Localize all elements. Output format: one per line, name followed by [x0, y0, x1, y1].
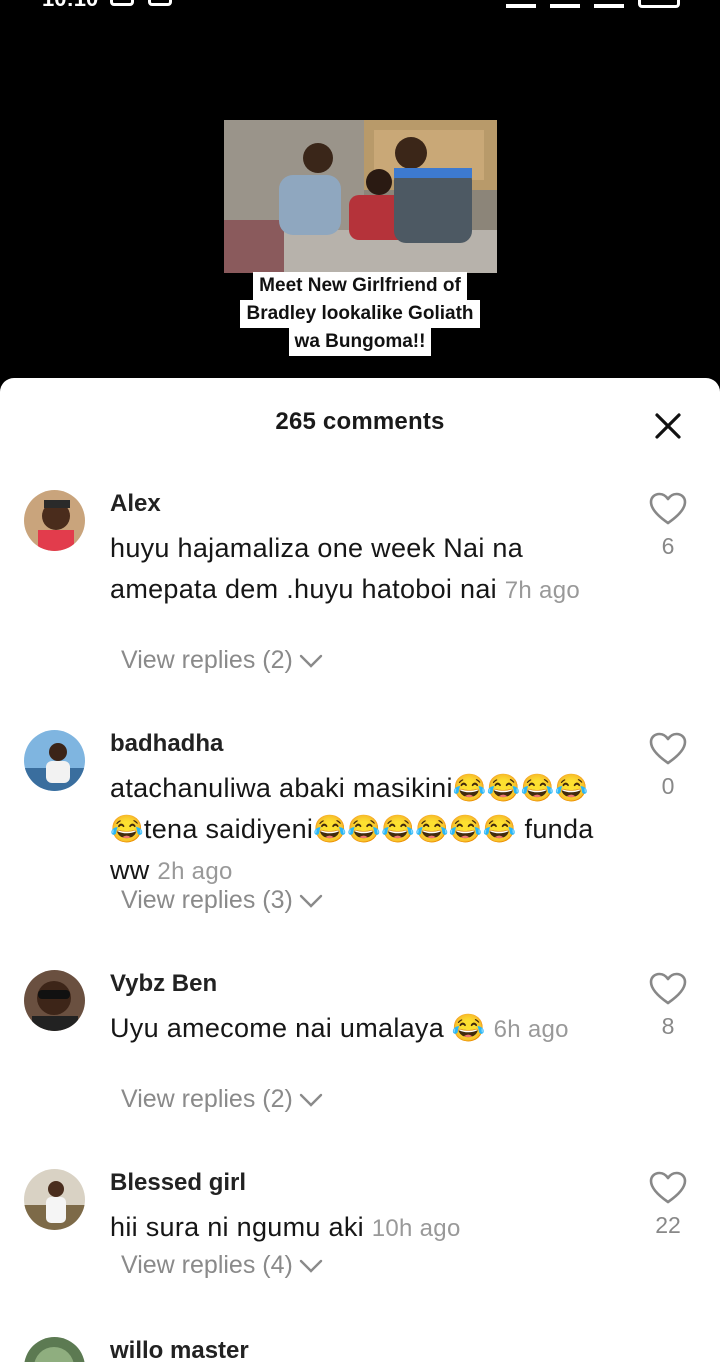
- avatar[interactable]: [24, 1169, 85, 1230]
- comment-time: 7h ago: [504, 577, 580, 604]
- comment-time: 2h ago: [157, 858, 233, 885]
- whatsapp-icon: [148, 0, 172, 6]
- caption-line-1: Meet New Girlfriend of: [253, 272, 467, 300]
- caption-line-3: wa Bungoma!!: [288, 328, 432, 356]
- signal-icon: [506, 0, 536, 8]
- comment-text: huyu hajamaliza one week Nai na amepata …: [110, 528, 620, 611]
- avatar[interactable]: [24, 1337, 85, 1362]
- avatar[interactable]: [24, 490, 85, 551]
- video-player[interactable]: Meet New Girlfriend of Bradley lookalike…: [0, 10, 720, 388]
- video-caption: Meet New Girlfriend of Bradley lookalike…: [0, 272, 720, 356]
- comment-text: hii sura ni ngumu aki 10h ago: [110, 1207, 620, 1249]
- comment-time: 10h ago: [371, 1215, 461, 1242]
- video-thumbnail[interactable]: [224, 120, 497, 273]
- comment-username[interactable]: Alex: [110, 490, 161, 518]
- comment-username[interactable]: willo master: [110, 1337, 249, 1362]
- comment-username[interactable]: Vybz Ben: [110, 970, 217, 998]
- battery-icon: [638, 0, 680, 8]
- wifi-icon: [594, 0, 624, 8]
- like-button[interactable]: 0: [648, 732, 688, 800]
- like-count: 0: [661, 773, 675, 799]
- view-replies-label: View replies (3): [121, 886, 293, 914]
- comment-body: huyu hajamaliza one week Nai na amepata …: [110, 533, 524, 604]
- notification-icons: [110, 0, 172, 6]
- avatar[interactable]: [24, 730, 85, 791]
- video-thumbnail-image: [224, 120, 497, 273]
- view-replies-button[interactable]: View replies (2): [121, 646, 323, 675]
- like-count: 8: [661, 1013, 675, 1039]
- comment-text: Uyu amecome nai umalaya 😂 6h ago: [110, 1008, 620, 1050]
- like-count: 22: [655, 1212, 681, 1238]
- like-button[interactable]: 22: [648, 1171, 688, 1239]
- close-icon: [655, 413, 681, 439]
- like-button[interactable]: 6: [648, 492, 688, 560]
- view-replies-button[interactable]: View replies (3): [121, 886, 323, 915]
- comment-text: atachanuliwa abaki masikini😂😂😂😂😂tena sai…: [110, 768, 620, 892]
- system-icons: [506, 0, 680, 8]
- comment-time: 6h ago: [493, 1016, 569, 1043]
- view-replies-button[interactable]: View replies (2): [121, 1085, 323, 1114]
- comment-body: hii sura ni ngumu aki: [110, 1212, 364, 1242]
- view-replies-label: View replies (2): [121, 646, 293, 674]
- heart-icon: [649, 972, 687, 1005]
- signal-icon-2: [550, 0, 580, 8]
- chevron-down-icon: [299, 1093, 323, 1107]
- heart-icon: [649, 1171, 687, 1204]
- comments-count-title: 265 comments: [275, 408, 445, 435]
- status-bar: 10:10: [0, 0, 720, 11]
- caption-line-2: Bradley lookalike Goliath: [240, 300, 480, 328]
- view-replies-label: View replies (2): [121, 1085, 293, 1113]
- like-button[interactable]: 8: [648, 972, 688, 1040]
- comment-body: Uyu amecome nai umalaya 😂: [110, 1013, 486, 1043]
- like-count: 6: [661, 533, 675, 559]
- comment-username[interactable]: badhadha: [110, 730, 223, 758]
- close-button[interactable]: [650, 408, 686, 444]
- comment-username[interactable]: Blessed girl: [110, 1169, 246, 1197]
- chevron-down-icon: [299, 894, 323, 908]
- heart-icon: [649, 492, 687, 525]
- view-replies-button[interactable]: View replies (4): [121, 1251, 323, 1280]
- view-replies-label: View replies (4): [121, 1251, 293, 1279]
- chevron-down-icon: [299, 1259, 323, 1273]
- comments-sheet: 265 comments Alex huyu hajamaliza one we…: [0, 378, 720, 1362]
- message-icon: [110, 0, 134, 6]
- chevron-down-icon: [299, 654, 323, 668]
- avatar[interactable]: [24, 970, 85, 1031]
- heart-icon: [649, 732, 687, 765]
